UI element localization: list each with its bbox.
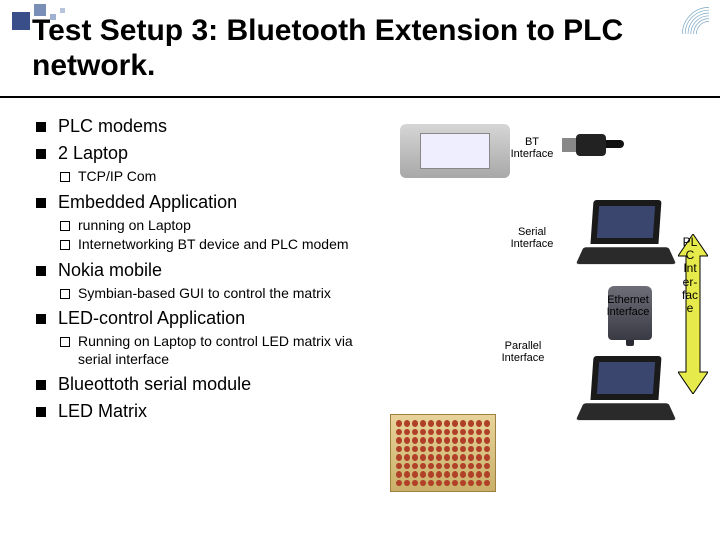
bullet-text: 2 Laptop <box>58 143 128 163</box>
list-item: LED Matrix <box>36 401 376 422</box>
laptop-icon <box>580 200 672 270</box>
list-item: TCP/IP Com <box>58 168 376 186</box>
bullet-text: running on Laptop <box>78 217 191 233</box>
bullet-text: Symbian-based GUI to control the matrix <box>78 285 331 301</box>
list-item: Running on Laptop to control LED matrix … <box>58 333 376 368</box>
plc-interface-label: PL C Int er- fac e <box>678 236 702 315</box>
bullet-text: TCP/IP Com <box>78 168 156 184</box>
slide-title: Test Setup 3: Bluetooth Extension to PLC… <box>32 14 672 83</box>
bt-interface-label: BT Interface <box>508 136 556 160</box>
bullet-text: Nokia mobile <box>58 260 162 280</box>
bt-dongle-icon <box>562 128 622 162</box>
list-item: Symbian-based GUI to control the matrix <box>58 285 376 303</box>
bullet-text: Internetworking BT device and PLC modem <box>78 236 349 252</box>
list-item: running on Laptop <box>58 217 376 235</box>
bullet-text: Running on Laptop to control LED matrix … <box>78 333 353 367</box>
serial-interface-label: Serial Interface <box>508 226 556 250</box>
logo-icon <box>680 6 710 34</box>
bullet-text: LED-control Application <box>58 308 245 328</box>
bullet-text: PLC modems <box>58 116 167 136</box>
list-item: 2 Laptop TCP/IP Com <box>36 143 376 186</box>
laptop-icon <box>580 356 672 426</box>
pda-device-icon <box>400 124 510 178</box>
led-matrix-icon <box>390 414 496 492</box>
list-item: Embedded Application running on Laptop I… <box>36 192 376 254</box>
list-item: PLC modems <box>36 116 376 137</box>
bullet-text: LED Matrix <box>58 401 147 421</box>
list-item: Internetworking BT device and PLC modem <box>58 236 376 254</box>
list-item: Nokia mobile Symbian-based GUI to contro… <box>36 260 376 303</box>
bullet-content: PLC modems 2 Laptop TCP/IP Com Embedded … <box>36 116 376 428</box>
divider <box>0 96 720 98</box>
diagram-area: BT Interface Serial Interface Ethernet I… <box>380 116 720 536</box>
bullet-text: Blueottoth serial module <box>58 374 251 394</box>
list-item: LED-control Application Running on Lapto… <box>36 308 376 368</box>
parallel-interface-label: Parallel Interface <box>496 340 550 364</box>
ethernet-interface-label: Ethernet Interface <box>598 294 658 318</box>
list-item: Blueottoth serial module <box>36 374 376 395</box>
bullet-text: Embedded Application <box>58 192 237 212</box>
